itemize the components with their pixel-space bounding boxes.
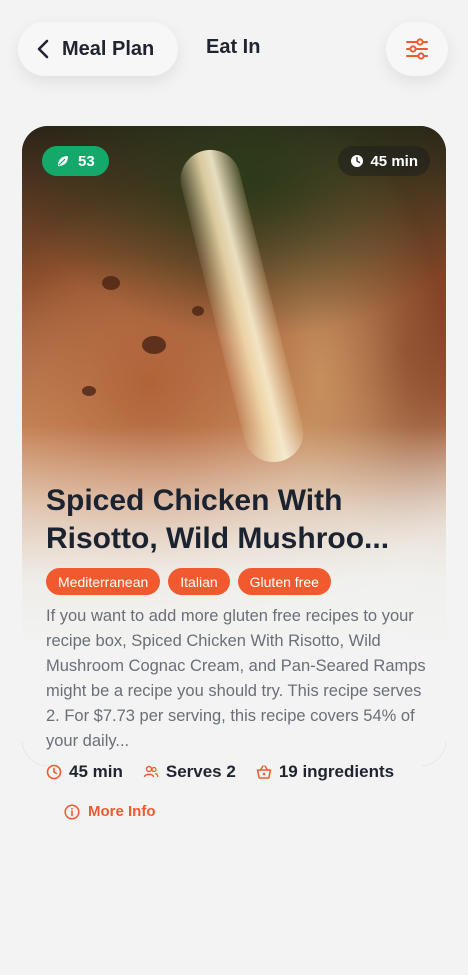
- recipe-description: If you want to add more gluten free reci…: [46, 607, 426, 750]
- meta-time-label: 45 min: [69, 762, 123, 781]
- recipe-meta: 45 min Serves 2 19 ingredients: [46, 762, 394, 782]
- more-info-label: More Info: [88, 803, 156, 820]
- health-score-badge: 53: [42, 146, 109, 176]
- meta-ingredients: 19 ingredients: [256, 762, 394, 782]
- tag-item[interactable]: Italian: [168, 568, 230, 595]
- page-title: Eat In: [206, 36, 261, 58]
- health-score-value: 53: [78, 152, 95, 170]
- tag-list: Mediterranean Italian Gluten free: [46, 568, 331, 595]
- sliders-icon: [406, 38, 428, 60]
- header: Meal Plan Eat In: [0, 0, 468, 100]
- people-icon: [143, 765, 159, 778]
- meta-serves-label: Serves 2: [165, 762, 236, 781]
- clock-icon: [351, 155, 364, 167]
- clock-icon: [46, 764, 62, 780]
- basket-icon: [256, 765, 272, 779]
- meta-serves: Serves 2: [143, 762, 236, 782]
- recipe-card[interactable]: 53 45 min Spiced Chicken With Risotto, W…: [22, 126, 446, 766]
- filter-button[interactable]: [386, 22, 448, 76]
- photo-speck: [192, 306, 204, 316]
- more-info-button[interactable]: More Info: [64, 803, 156, 820]
- meta-ingredients-label: 19 ingredients: [278, 762, 395, 781]
- photo-speck: [82, 386, 96, 396]
- leaf-icon: [58, 156, 68, 166]
- tag-item[interactable]: Gluten free: [237, 568, 331, 595]
- info-icon: [64, 803, 80, 820]
- time-badge-label: 45 min: [370, 152, 418, 170]
- meta-time: 45 min: [46, 762, 123, 782]
- chevron-left-icon: [37, 39, 49, 59]
- tag-item[interactable]: Mediterranean: [46, 568, 161, 595]
- time-badge: 45 min: [338, 146, 430, 176]
- photo-speck: [142, 336, 166, 354]
- back-label: Meal Plan: [62, 37, 155, 60]
- photo-speck: [102, 276, 120, 290]
- back-button[interactable]: Meal Plan: [18, 22, 178, 76]
- recipe-title: Spiced Chicken With Risotto, Wild Mushro…: [46, 484, 390, 555]
